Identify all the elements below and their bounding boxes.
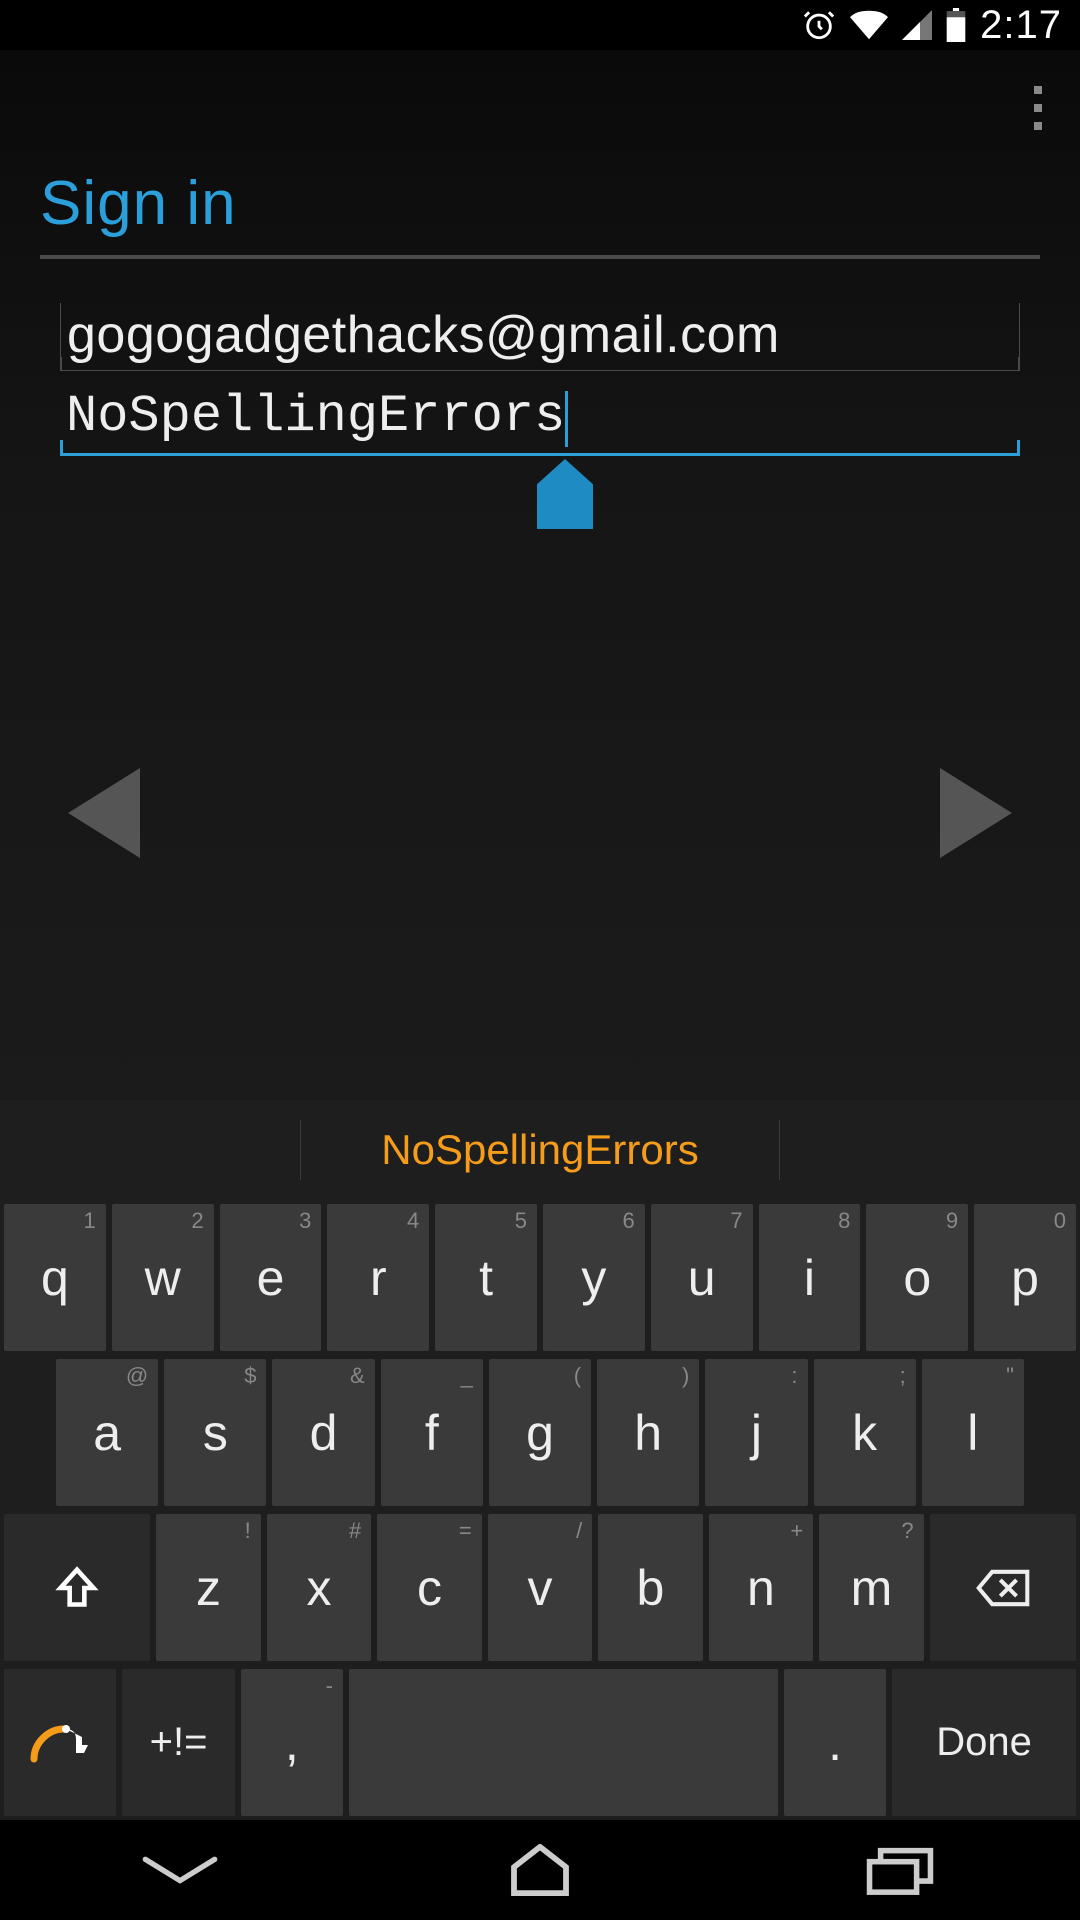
signin-form: gogogadgethacks@gmail.com xyxy=(40,303,1040,456)
key-w[interactable]: 2w xyxy=(112,1204,214,1351)
key-t[interactable]: 5t xyxy=(435,1204,537,1351)
swype-key[interactable] xyxy=(4,1669,116,1816)
key-q[interactable]: 1q xyxy=(4,1204,106,1351)
system-navbar xyxy=(0,1820,1080,1920)
key-i[interactable]: 8i xyxy=(759,1204,861,1351)
key-s[interactable]: $s xyxy=(164,1359,266,1506)
suggestion-bar: NoSpellingErrors xyxy=(0,1100,1080,1200)
key-p[interactable]: 0p xyxy=(974,1204,1076,1351)
app-content: Sign in gogogadgethacks@gmail.com xyxy=(0,50,1080,1100)
field-underline xyxy=(60,453,1020,456)
password-field[interactable] xyxy=(60,387,1020,456)
suggestion-item[interactable]: NoSpellingErrors xyxy=(381,1126,698,1174)
key-m[interactable]: ?m xyxy=(819,1514,923,1661)
cell-signal-icon xyxy=(902,10,932,40)
key-n[interactable]: +n xyxy=(709,1514,813,1661)
text-caret xyxy=(565,391,568,447)
home-button[interactable] xyxy=(450,1840,630,1900)
key-j[interactable]: :j xyxy=(705,1359,807,1506)
key-b[interactable]: b xyxy=(598,1514,702,1661)
status-clock: 2:17 xyxy=(980,3,1062,48)
suggestion-divider xyxy=(300,1120,301,1180)
page-title: Sign in xyxy=(40,50,1040,239)
key-r[interactable]: 4r xyxy=(327,1204,429,1351)
key-c[interactable]: =c xyxy=(377,1514,481,1661)
key-y[interactable]: 6y xyxy=(543,1204,645,1351)
alarm-icon xyxy=(802,8,836,42)
prev-arrow-button[interactable] xyxy=(68,768,140,863)
key-l[interactable]: "l xyxy=(922,1359,1024,1506)
key-u[interactable]: 7u xyxy=(651,1204,753,1351)
comma-key[interactable]: - , xyxy=(241,1669,343,1816)
title-divider xyxy=(40,255,1040,259)
key-g[interactable]: (g xyxy=(489,1359,591,1506)
battery-icon xyxy=(946,8,966,42)
key-z[interactable]: !z xyxy=(156,1514,260,1661)
key-e[interactable]: 3e xyxy=(220,1204,322,1351)
period-key[interactable]: . xyxy=(784,1669,886,1816)
back-button[interactable] xyxy=(90,1840,270,1900)
key-a[interactable]: @a xyxy=(56,1359,158,1506)
backspace-key[interactable] xyxy=(930,1514,1076,1661)
key-x[interactable]: #x xyxy=(267,1514,371,1661)
keyboard: NoSpellingErrors 1q2w3e4r5t6y7u8i9o0p @a… xyxy=(0,1100,1080,1820)
status-bar: 2:17 xyxy=(0,0,1080,50)
key-f[interactable]: _f xyxy=(381,1359,483,1506)
email-field[interactable]: gogogadgethacks@gmail.com xyxy=(60,303,1020,371)
shift-key[interactable] xyxy=(4,1514,150,1661)
key-v[interactable]: /v xyxy=(488,1514,592,1661)
suggestion-divider xyxy=(779,1120,780,1180)
key-d[interactable]: &d xyxy=(272,1359,374,1506)
key-k[interactable]: ;k xyxy=(814,1359,916,1506)
cursor-handle[interactable] xyxy=(537,459,593,529)
key-o[interactable]: 9o xyxy=(866,1204,968,1351)
wifi-icon xyxy=(850,10,888,40)
key-h[interactable]: )h xyxy=(597,1359,699,1506)
next-arrow-button[interactable] xyxy=(940,768,1012,863)
done-key[interactable]: Done xyxy=(892,1669,1076,1816)
symbols-key[interactable]: +!= xyxy=(122,1669,234,1816)
password-field-wrap xyxy=(60,387,1020,456)
overflow-menu-button[interactable] xyxy=(1018,78,1058,138)
space-key[interactable] xyxy=(349,1669,778,1816)
recents-button[interactable] xyxy=(810,1840,990,1900)
